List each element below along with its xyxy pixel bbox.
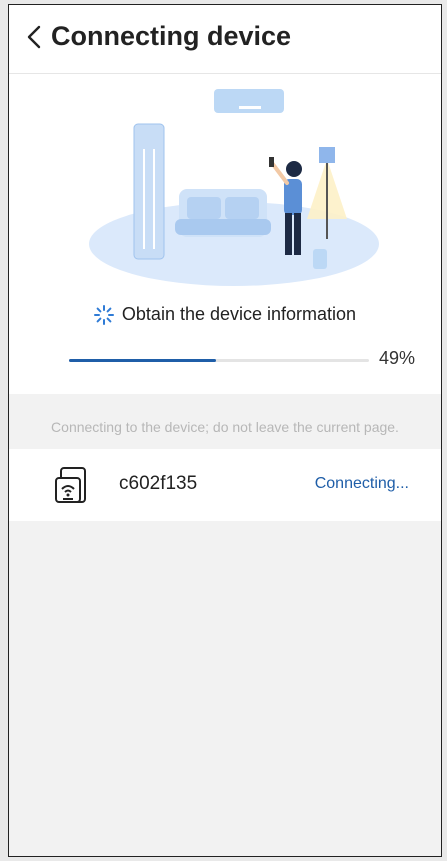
chevron-left-icon [27, 25, 41, 49]
progress-bar [69, 359, 369, 362]
device-list-item[interactable]: c602f135 Connecting... [9, 449, 441, 521]
progress-fill [69, 359, 216, 362]
back-button[interactable] [19, 22, 49, 52]
device-status: Connecting... [314, 475, 409, 492]
wifi-device-icon [55, 467, 86, 503]
device-name: c602f135 [119, 473, 198, 494]
page-title: Connecting device [51, 21, 292, 51]
app-screen: Connecting device Obtain the device info… [8, 4, 442, 857]
status-text: Obtain the device information [121, 304, 357, 324]
progress-panel: Obtain the device information 49% [9, 74, 441, 394]
connecting-notice: Connecting to the device; do not leave t… [51, 419, 399, 435]
living-room-ac-illustration [89, 89, 379, 286]
header-bar: Connecting device [9, 5, 441, 74]
progress-percent: 49% [379, 348, 416, 368]
spinner-icon [93, 304, 114, 325]
status-row: Obtain the device information [9, 304, 441, 325]
